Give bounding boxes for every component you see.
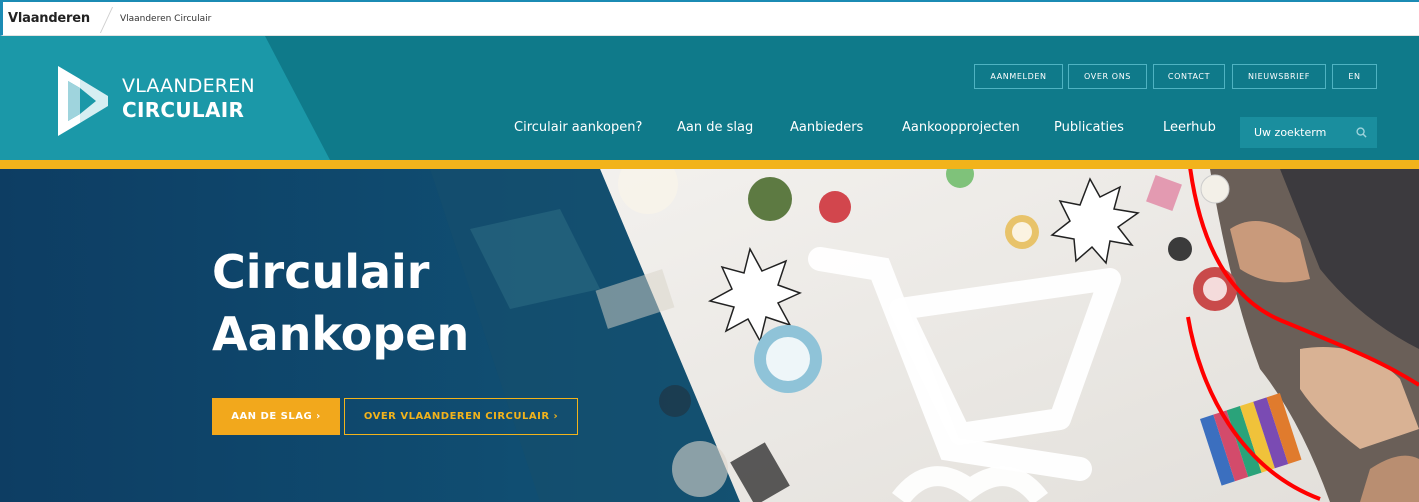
hero-title-line2: Aankopen xyxy=(212,307,470,361)
util-nav-aanmelden[interactable]: AANMELDEN xyxy=(974,64,1063,89)
aan-de-slag-button[interactable]: AAN DE SLAG › xyxy=(212,398,340,435)
over-vlaanderen-circulair-button[interactable]: OVER VLAANDEREN CIRCULAIR › xyxy=(344,398,578,435)
nav-circulair-aankopen[interactable]: Circulair aankopen? xyxy=(514,120,642,135)
nav-leerhub[interactable]: Leerhub xyxy=(1163,120,1216,135)
util-nav-contact[interactable]: CONTACT xyxy=(1153,64,1225,89)
util-nav-nieuwsbrief[interactable]: NIEUWSBRIEF xyxy=(1232,64,1326,89)
hero-title: Circulair Aankopen xyxy=(212,241,469,365)
hero-banner: Circulair Aankopen AAN DE SLAG › OVER VL… xyxy=(0,169,1419,502)
search-icon[interactable] xyxy=(1356,127,1367,138)
search-box xyxy=(1240,117,1377,148)
vlaanderen-brand-link[interactable]: Vlaanderen xyxy=(8,11,90,26)
site-header: VLAANDEREN CIRCULAIR AANMELDEN OVER ONS … xyxy=(0,36,1419,160)
nav-aan-de-slag[interactable]: Aan de slag xyxy=(677,120,753,135)
vlaanderen-circulair-logo-icon[interactable] xyxy=(54,66,108,136)
hero-title-line1: Circulair xyxy=(212,245,430,299)
nav-aankoopprojecten[interactable]: Aankoopprojecten xyxy=(902,120,1020,135)
accent-divider xyxy=(0,160,1419,169)
util-nav-over-ons[interactable]: OVER ONS xyxy=(1068,64,1147,89)
logo-text-circulair[interactable]: CIRCULAIR xyxy=(122,98,244,122)
nav-publicaties[interactable]: Publicaties xyxy=(1054,120,1124,135)
breadcrumb-separator xyxy=(100,5,114,33)
top-bar: Vlaanderen Vlaanderen Circulair xyxy=(0,0,1419,36)
logo-text-vlaanderen[interactable]: VLAANDEREN xyxy=(122,75,255,97)
search-input[interactable] xyxy=(1254,126,1354,139)
util-nav-language-en[interactable]: EN xyxy=(1332,64,1377,89)
breadcrumb-link[interactable]: Vlaanderen Circulair xyxy=(120,14,211,24)
nav-aanbieders[interactable]: Aanbieders xyxy=(790,120,863,135)
